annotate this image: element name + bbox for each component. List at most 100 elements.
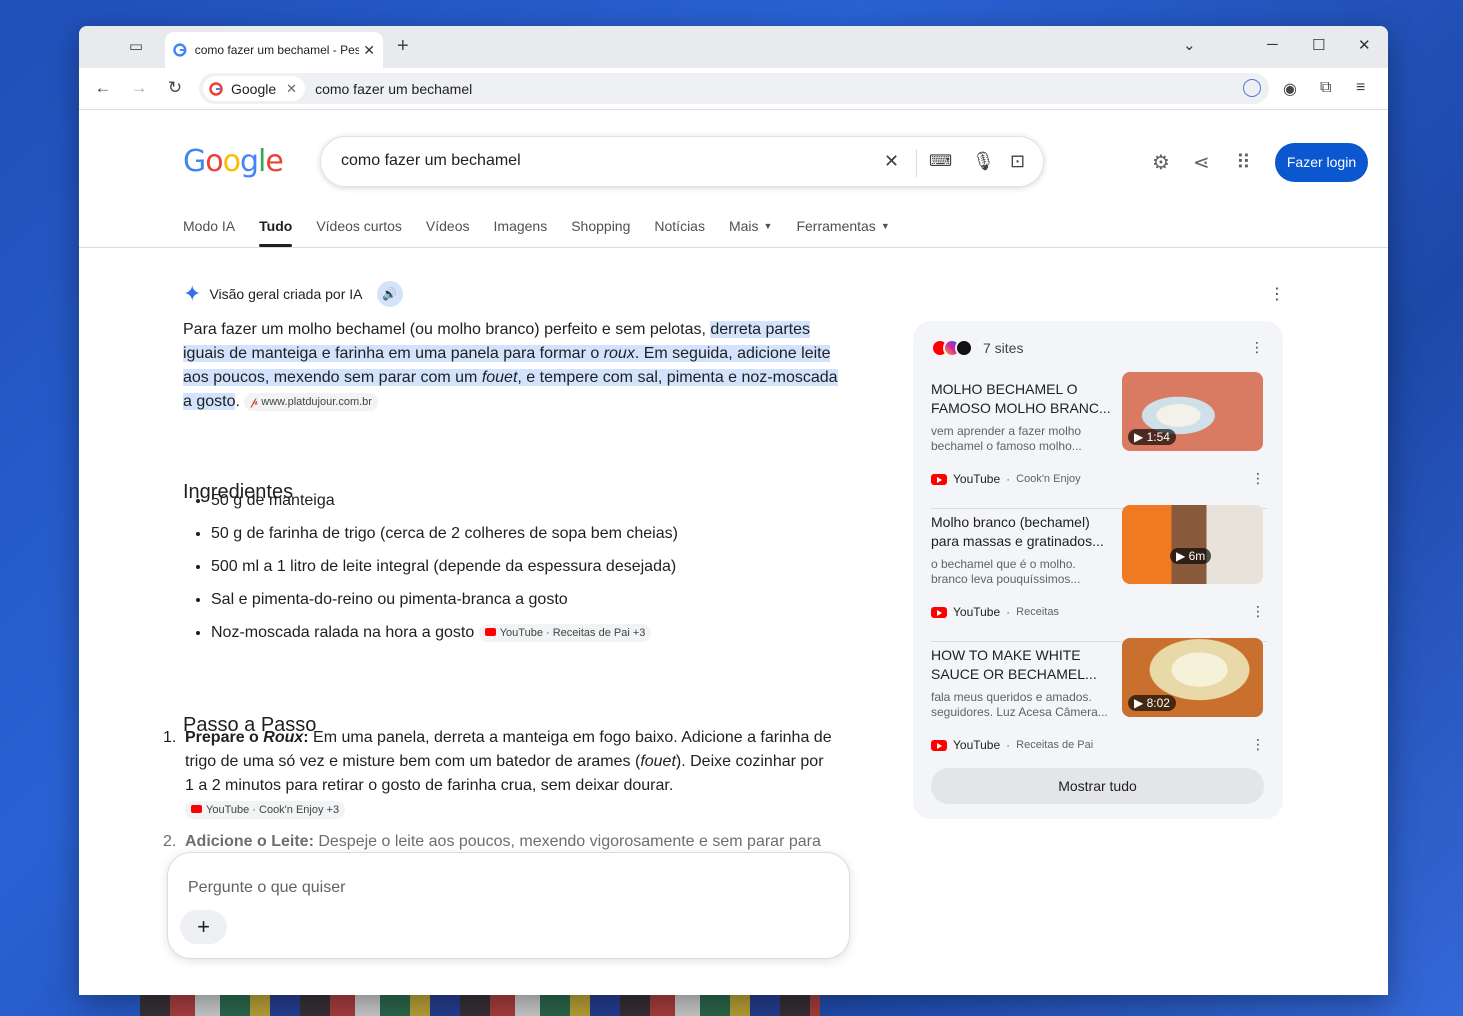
tab-label: Ferramentas [796,218,876,234]
more-options-icon[interactable]: ⋮ [1251,603,1265,620]
list-item: Sal e pimenta-do-reino ou pimenta-branca… [211,591,678,624]
list-item: 500 ml a 1 litro de leite integral (depe… [211,558,678,591]
tab-tudo[interactable]: Tudo [259,218,293,248]
sources-header[interactable]: 7 sites [931,339,1023,357]
card-title[interactable]: HOW TO MAKE WHITE SAUCE OR BECHAMEL... [931,646,1113,684]
card-title[interactable]: Molho branco (bechamel) para massas e gr… [931,513,1113,551]
tab-modo-ia[interactable]: Modo IA [183,218,235,248]
tab-search-icon[interactable]: ▭ [127,38,145,56]
tab-shopping[interactable]: Shopping [571,218,630,248]
translate-globe-icon[interactable] [1243,79,1261,97]
keyboard-icon[interactable]: ⌨ [929,151,952,171]
card-snippet: o bechamel que é o molho. branco leva po… [931,557,1081,586]
ingredient-text: 50 g de manteiga [211,492,335,509]
speaker-icon[interactable]: 🔊 [376,281,403,307]
source-chip[interactable]: 𝓅 www.platdujour.com.br [244,393,378,411]
video-thumbnail[interactable]: ▶ 6m [1122,505,1263,584]
youtube-icon [931,473,947,485]
address-bar[interactable]: Google ✕ como fazer um bechamel [199,73,1269,104]
platform-name: YouTube [953,472,1001,486]
ai-summary: Para fazer um molho bechamel (ou molho b… [183,318,843,414]
card-title[interactable]: MOLHO BECHAMEL O FAMOSO MOLHO BRANC... [931,380,1113,418]
channel-name: Receitas de Pai [1016,739,1094,751]
settings-gear-icon[interactable]: ⚙ [1152,150,1170,175]
tab-label: Notícias [654,218,705,234]
tab-imagens[interactable]: Imagens [494,218,548,248]
sources-panel: 7 sites ⋮ MOLHO BECHAMEL O FAMOSO MOLHO … [913,321,1283,819]
microphone-icon[interactable]: 🎙 [972,151,995,172]
video-duration: ▶ 8:02 [1128,695,1176,711]
duration-text: 8:02 [1146,696,1170,710]
desktop-background [140,995,820,1016]
tab-label: Tudo [259,218,293,234]
tab-label: Modo IA [183,218,236,234]
card-snippet: fala meus queridos e amados. seguidores.… [931,690,1108,719]
search-box[interactable]: como fazer um bechamel ✕ ⌨ 🎙 ⊡ [320,136,1044,187]
tab-label: Vídeos [425,218,470,234]
back-arrow-icon[interactable]: ← [92,78,114,98]
tab-title: como fazer um bechamel - Pesquisa Google [194,43,360,57]
address-text: como fazer um bechamel [315,80,473,97]
ask-input-bar[interactable]: Pergunte o que quiser + [167,852,850,959]
profile-icon[interactable]: ◉ [1283,79,1297,99]
step-number: 2. [163,833,177,850]
google-favicon-icon [173,43,187,57]
tab-label: Imagens [493,218,548,234]
clear-icon[interactable]: ✕ [884,151,899,172]
search-input[interactable]: como fazer um bechamel [341,152,521,170]
step-body: Prepare o Roux: Em uma panela, derreta a… [185,726,835,822]
steps-list: 1. Prepare o Roux: Em uma panela, derret… [163,726,843,862]
ai-overview-title: Visão geral criada por IA [209,286,363,302]
maximize-icon[interactable]: ☐ [1312,36,1325,54]
chip-close-icon[interactable]: ✕ [286,81,297,97]
lens-camera-icon[interactable]: ⊡ [1010,151,1025,172]
search-tabs: Modo IA Tudo Vídeos curtos Vídeos Imagen… [183,218,914,248]
tab-ferramentas[interactable]: Ferramentas ▼ [796,218,889,248]
caret-down-icon: ▼ [880,221,890,231]
more-options-icon[interactable]: ⋮ [1251,736,1265,753]
list-item: 1. Prepare o Roux: Em uma panela, derret… [163,726,843,822]
tab-close-icon[interactable]: ✕ [363,42,375,59]
minimize-icon[interactable]: ─ [1267,36,1278,53]
window-close-icon[interactable]: ✕ [1358,36,1371,54]
browser-tab[interactable]: como fazer um bechamel - Pesquisa Google… [165,32,383,68]
extensions-icon[interactable]: ⧉ [1320,79,1331,97]
list-item: Noz-moscada ralada na hora a gosto YouTu… [211,624,678,657]
share-icon[interactable]: ⋖ [1193,150,1210,175]
login-button[interactable]: Fazer login [1275,143,1368,182]
sources-count: 7 sites [983,340,1024,356]
browser-toolbar: ← → ↻ Google ✕ como fazer um bechamel ◉ … [79,68,1388,110]
tab-noticias[interactable]: Notícias [654,218,705,248]
gemini-sparkle-icon: ✦ [183,281,202,306]
list-item: 2. Adicione o Leite: Despeje o leite aos… [163,830,843,854]
list-item: 50 g de farinha de trigo (cerca de 2 col… [211,525,678,558]
video-thumbnail[interactable]: ▶ 1:54 [1122,372,1263,451]
video-duration: ▶ 6m [1170,548,1212,564]
source-chip[interactable]: YouTube · Receitas de Pai +3 [478,624,652,642]
more-options-icon[interactable]: ⋮ [1251,470,1265,487]
search-divider [916,149,917,177]
add-plus-button[interactable]: + [180,910,227,944]
menu-icon[interactable]: ≡ [1356,79,1365,97]
more-options-icon[interactable]: ⋮ [1269,284,1285,304]
step-bold-italic: Roux [263,729,304,746]
tab-mais[interactable]: Mais ▼ [729,218,772,248]
video-thumbnail[interactable]: ▶ 8:02 [1122,638,1263,717]
more-options-icon[interactable]: ⋮ [1250,339,1264,356]
tab-list-chevron-icon[interactable]: ⌄ [1183,36,1196,54]
tab-videos-curtos[interactable]: Vídeos curtos [316,218,402,248]
apps-grid-icon[interactable]: ⠿ [1236,150,1251,175]
source-chip[interactable]: YouTube · Cook'n Enjoy +3 [185,801,346,819]
ingredients-list: 50 g de manteiga 50 g de farinha de trig… [211,492,678,657]
google-logo[interactable]: Google [183,144,284,179]
reload-icon[interactable]: ↻ [164,78,186,98]
source-chip-label: YouTube · Receitas de Pai +3 [499,627,646,639]
tab-videos[interactable]: Vídeos [426,218,470,248]
forward-arrow-icon[interactable]: → [128,78,150,98]
summary-text: . [235,393,240,410]
ask-input-placeholder[interactable]: Pergunte o que quiser [188,879,345,897]
search-engine-chip[interactable]: Google ✕ [203,76,306,101]
google-favicon-icon [209,81,223,96]
new-tab-icon[interactable]: + [397,35,409,58]
show-all-button[interactable]: Mostrar tudo [931,768,1264,804]
